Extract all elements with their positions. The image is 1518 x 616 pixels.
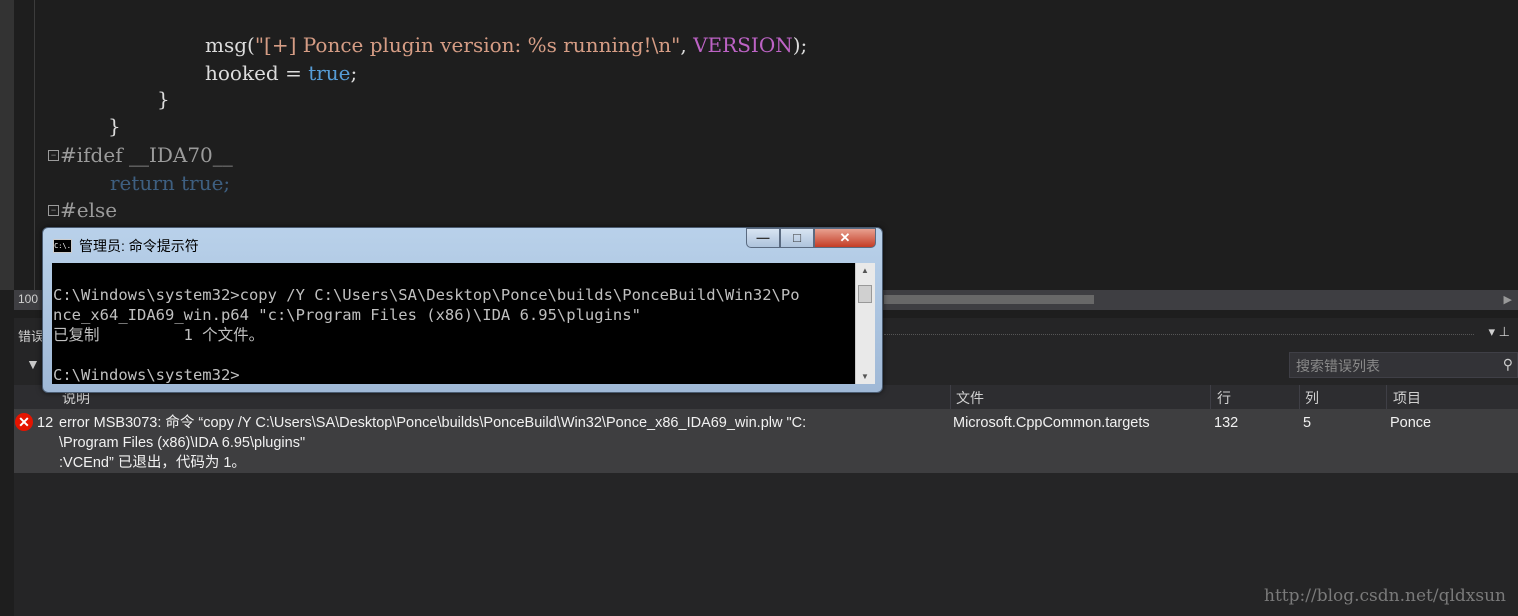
code-text: hooked = bbox=[205, 61, 309, 85]
code-line-msg: msg("[+] Ponce plugin version: %s runnin… bbox=[205, 32, 807, 59]
code-keyword: true bbox=[308, 61, 351, 85]
error-description: \Program Files (x86)\IDA 6.95\plugins" bbox=[59, 435, 306, 451]
watermark: http://blog.csdn.net/qldxsun bbox=[1264, 586, 1506, 606]
maximize-button[interactable]: □ bbox=[780, 228, 814, 248]
error-line: 132 bbox=[1214, 415, 1239, 431]
code-line-hooked: hooked = true; bbox=[205, 60, 357, 87]
console-line: C:\Windows\system32>copy /Y C:\Users\SA\… bbox=[53, 286, 800, 304]
close-button[interactable]: ✕ bbox=[814, 228, 876, 248]
filter-icon[interactable]: ▼ bbox=[26, 356, 40, 372]
error-project: Ponce bbox=[1390, 415, 1432, 431]
error-icon: ✕ bbox=[15, 413, 33, 431]
code-text: ; bbox=[350, 61, 358, 85]
scroll-right-icon[interactable]: ▶ bbox=[1504, 293, 1512, 306]
panel-grip[interactable] bbox=[884, 334, 1474, 337]
column-divider[interactable] bbox=[1386, 385, 1387, 409]
console-line: nce_x64_IDA69_win.p64 "c:\Program Files … bbox=[53, 306, 641, 324]
error-search-box[interactable]: ⚲ bbox=[1289, 352, 1518, 379]
column-divider[interactable] bbox=[950, 385, 951, 409]
editor-margin-line bbox=[34, 0, 35, 290]
code-macro: VERSION bbox=[693, 33, 793, 57]
scroll-down-icon[interactable]: ▼ bbox=[861, 372, 869, 381]
column-divider[interactable] bbox=[1299, 385, 1300, 409]
panel-title: 错误 bbox=[18, 329, 45, 344]
error-column: 5 bbox=[1303, 415, 1312, 431]
zoom-level[interactable]: 100 bbox=[18, 292, 38, 306]
code-text: msg( bbox=[205, 33, 255, 57]
cmd-icon: C:\. bbox=[53, 239, 72, 253]
scroll-up-icon[interactable]: ▲ bbox=[861, 266, 869, 275]
editor-gutter bbox=[0, 0, 14, 290]
error-description: :VCEnd” 已退出，代码为 1。 bbox=[59, 455, 246, 471]
window-title: 管理员: 命令提示符 bbox=[79, 238, 199, 254]
code-line-return: return true; bbox=[110, 171, 231, 195]
error-description: error MSB3073: 命令 “copy /Y C:\Users\SA\D… bbox=[59, 415, 807, 431]
code-line-brace: } bbox=[157, 87, 170, 111]
vertical-scrollbar-thumb[interactable] bbox=[858, 285, 872, 303]
column-header-line[interactable]: 行 bbox=[1217, 388, 1231, 408]
error-file: Microsoft.CppCommon.targets bbox=[953, 415, 1150, 431]
fold-toggle-icon[interactable]: − bbox=[48, 205, 59, 216]
column-header-file[interactable]: 文件 bbox=[956, 388, 984, 408]
code-line-brace: } bbox=[108, 114, 121, 138]
column-header-column[interactable]: 列 bbox=[1305, 388, 1319, 408]
minimize-button[interactable]: — bbox=[746, 228, 780, 248]
console-line: 已复制 1 个文件。 bbox=[53, 326, 265, 344]
code-text: ); bbox=[792, 33, 808, 57]
table-row[interactable]: ✕ 12 error MSB3073: 命令 “copy /Y C:\Users… bbox=[14, 409, 1518, 473]
code-line-else: #else bbox=[60, 198, 118, 222]
pin-icon[interactable]: ▾ ⊥ bbox=[1489, 324, 1510, 340]
code-line-ifdef: #ifdef __IDA70__ bbox=[60, 143, 233, 167]
error-search-input[interactable] bbox=[1290, 353, 1498, 379]
fold-toggle-icon[interactable]: − bbox=[48, 150, 59, 161]
horizontal-scrollbar-thumb[interactable] bbox=[884, 295, 1094, 304]
search-icon[interactable]: ⚲ bbox=[1503, 356, 1513, 373]
console-output[interactable]: C:\Windows\system32>copy /Y C:\Users\SA\… bbox=[52, 263, 855, 384]
command-prompt-window[interactable]: C:\. 管理员: 命令提示符 — □ ✕ C:\Windows\system3… bbox=[42, 227, 883, 393]
code-text: , bbox=[680, 33, 694, 57]
column-header-project[interactable]: 项目 bbox=[1393, 388, 1421, 408]
console-line: C:\Windows\system32> bbox=[53, 366, 240, 384]
vertical-scrollbar[interactable]: ▲ ▼ bbox=[855, 263, 875, 384]
column-divider[interactable] bbox=[1210, 385, 1211, 409]
code-string: "[+] Ponce plugin version: %s running!\n… bbox=[254, 33, 681, 57]
error-index: 12 bbox=[37, 415, 54, 431]
